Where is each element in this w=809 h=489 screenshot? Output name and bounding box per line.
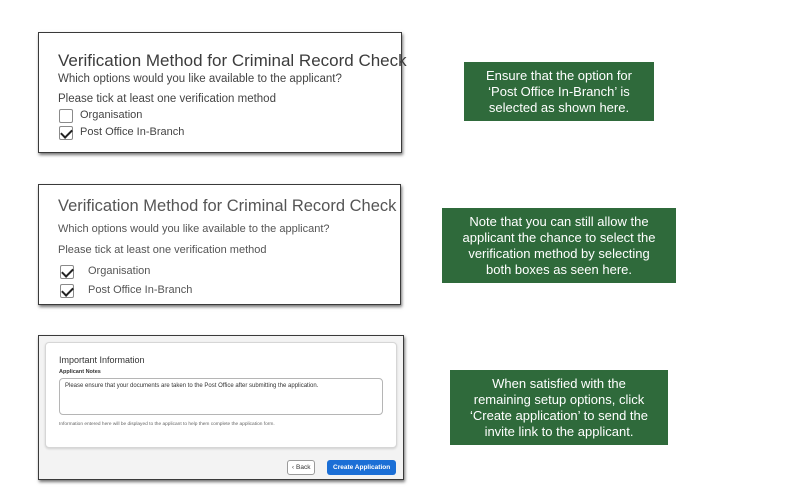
checkbox-organisation[interactable] bbox=[59, 109, 73, 123]
callout-2-line: both boxes as seen here. bbox=[486, 261, 632, 277]
callout-1: Ensure that the option for ‘Post Office … bbox=[464, 62, 654, 121]
check-icon bbox=[61, 284, 74, 297]
instruction-text: Please tick at least one verification me… bbox=[58, 244, 267, 256]
option-label-organisation: Organisation bbox=[80, 109, 143, 121]
checkbox-organisation[interactable] bbox=[60, 265, 74, 279]
back-button-label: Back bbox=[296, 464, 311, 471]
checkbox-post-office[interactable] bbox=[59, 126, 73, 140]
callout-3-line: When satisfied with the bbox=[492, 375, 626, 391]
chevron-left-icon: ‹ bbox=[292, 464, 294, 471]
helper-text: Information entered here will be display… bbox=[59, 422, 275, 427]
callout-2-line: Note that you can still allow the bbox=[469, 213, 649, 229]
option-label-organisation: Organisation bbox=[88, 265, 151, 277]
callout-2: Note that you can still allow the applic… bbox=[442, 208, 676, 283]
callout-1-line: Ensure that the option for bbox=[486, 67, 632, 83]
screenshot-panel-2: Verification Method for Criminal Record … bbox=[38, 184, 401, 305]
callout-2-line: applicant the chance to select the bbox=[462, 229, 656, 245]
callout-3-line: remaining setup options, click bbox=[473, 391, 645, 407]
question-text: Which options would you like available t… bbox=[58, 73, 342, 85]
screenshot-panel-1: Verification Method for Criminal Record … bbox=[38, 32, 407, 153]
callout-3: When satisfied with the remaining setup … bbox=[450, 370, 668, 445]
section-title: Important Information bbox=[59, 355, 145, 365]
instruction-text: Please tick at least one verification me… bbox=[58, 93, 276, 105]
callout-3-line: invite link to the applicant. bbox=[484, 423, 634, 439]
callout-3-line: ‘Create application’ to send the bbox=[469, 407, 649, 423]
callout-1-line: ‘Post Office In-Branch’ is bbox=[488, 83, 630, 99]
question-text: Which options would you like available t… bbox=[58, 223, 330, 235]
create-application-button[interactable]: Create Application bbox=[327, 460, 397, 475]
option-label-post-office: Post Office In-Branch bbox=[80, 126, 185, 138]
applicant-notes-input[interactable]: Please ensure that your documents are ta… bbox=[59, 378, 383, 415]
notes-label: Applicant Notes bbox=[59, 369, 101, 375]
check-icon bbox=[61, 265, 74, 278]
check-icon bbox=[60, 126, 73, 139]
callout-2-line: verification method by selecting bbox=[468, 245, 650, 261]
screenshot-panel-3: Important Information Applicant Notes Pl… bbox=[38, 335, 404, 480]
back-button[interactable]: ‹ Back bbox=[287, 460, 316, 475]
panel-title: Verification Method for Criminal Record … bbox=[58, 197, 397, 215]
checkbox-post-office[interactable] bbox=[60, 284, 74, 298]
panel-title: Verification Method for Criminal Record … bbox=[58, 51, 407, 70]
important-info-card: Important Information Applicant Notes Pl… bbox=[45, 342, 397, 448]
option-label-post-office: Post Office In-Branch bbox=[88, 284, 193, 296]
callout-1-line: selected as shown here. bbox=[488, 99, 630, 115]
